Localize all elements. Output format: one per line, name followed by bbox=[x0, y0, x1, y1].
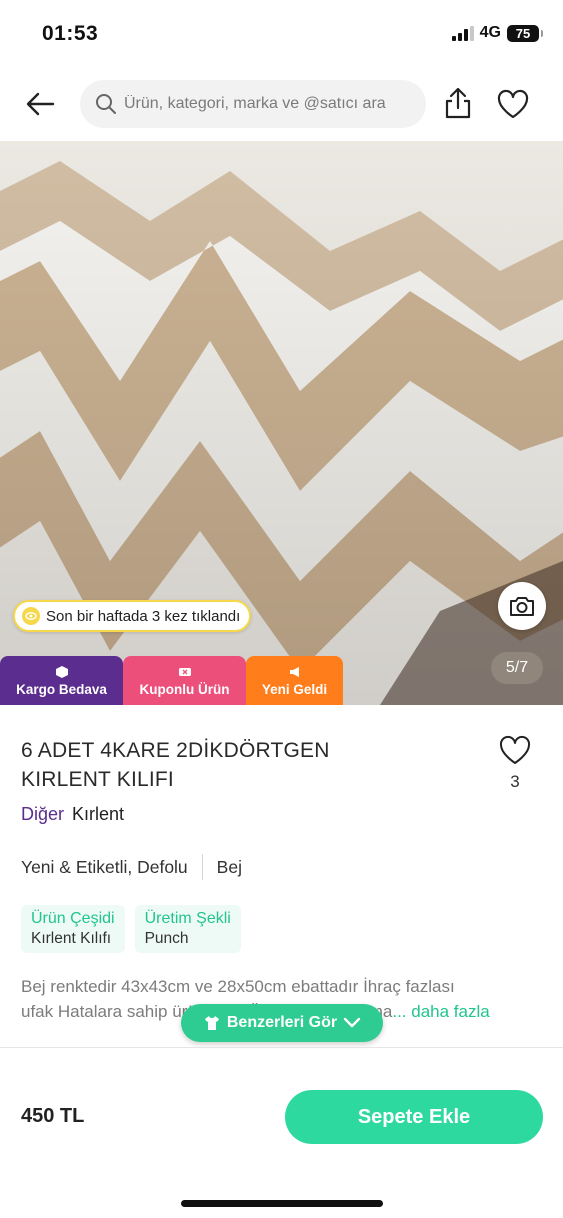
network-type: 4G bbox=[479, 24, 501, 41]
coupon-icon bbox=[178, 667, 191, 676]
chevron-down-icon bbox=[343, 1017, 361, 1028]
back-arrow-icon[interactable] bbox=[24, 88, 56, 120]
search-icon bbox=[96, 94, 116, 114]
product-title: 6 ADET 4KARE 2DİKDÖRTGEN KIRLENT KILIFI bbox=[21, 739, 330, 791]
condition-text: Yeni & Etiketli, Defolu bbox=[21, 856, 188, 877]
section-divider bbox=[0, 1047, 563, 1048]
attribute-chip: Üretim Şekli Punch bbox=[134, 905, 241, 953]
battery-icon: 75 bbox=[507, 24, 543, 42]
shirt-icon bbox=[204, 1016, 219, 1030]
see-similar-label: Benzerleri Gör bbox=[226, 1014, 338, 1031]
camera-icon[interactable] bbox=[498, 582, 546, 630]
favorite-heart-icon[interactable] bbox=[498, 734, 532, 766]
status-time: 01:53 bbox=[42, 22, 99, 45]
click-count-badge: Son bir haftada 3 kez tıklandı bbox=[13, 600, 252, 632]
read-more-link[interactable]: ... daha fazla bbox=[392, 1002, 489, 1021]
color-text: Bej bbox=[216, 856, 242, 877]
badge-label: Yeni Geldi bbox=[261, 681, 328, 697]
badge-free-shipping: Kargo Bedava bbox=[0, 656, 123, 705]
share-icon[interactable] bbox=[442, 86, 474, 120]
top-header bbox=[0, 76, 563, 132]
image-counter: 5/7 bbox=[491, 652, 543, 684]
description-line: Bej renktedir 43x43cm ve 28x50cm ebattad… bbox=[21, 977, 455, 996]
promo-badges: Kargo Bedava Kuponlu Ürün Yeni Geldi bbox=[0, 656, 343, 705]
heart-icon[interactable] bbox=[496, 88, 530, 120]
see-similar-button[interactable]: Benzerleri Gör bbox=[181, 1004, 383, 1042]
box-icon bbox=[55, 665, 68, 678]
category-link[interactable]: Kırlent bbox=[72, 804, 124, 824]
status-indicators: 4G 75 bbox=[451, 24, 543, 42]
attribute-value: Kırlent Kılıfı bbox=[31, 930, 112, 947]
favorite-count: 3 bbox=[510, 772, 520, 791]
attribute-value: Punch bbox=[144, 930, 189, 947]
add-to-cart-button[interactable]: Sepete Ekle bbox=[285, 1090, 543, 1144]
click-count-text: Son bir haftada 3 kez tıklandı bbox=[46, 607, 241, 625]
signal-icon bbox=[451, 25, 474, 41]
price: 450 TL bbox=[21, 1105, 85, 1127]
attribute-key: Üretim Şekli bbox=[144, 910, 231, 927]
megaphone-icon bbox=[289, 666, 299, 677]
badge-label: Kargo Bedava bbox=[16, 681, 107, 697]
attribute-chips: Ürün Çeşidi Kırlent Kılıfı Üretim Şekli … bbox=[21, 905, 241, 953]
brand-link[interactable]: Diğer bbox=[21, 804, 64, 824]
badge-new-arrival: Yeni Geldi bbox=[246, 656, 343, 705]
battery-level: 75 bbox=[515, 25, 531, 41]
search-bar[interactable] bbox=[80, 80, 426, 128]
badge-label: Kuponlu Ürün bbox=[139, 681, 230, 697]
home-indicator bbox=[181, 1200, 383, 1207]
badge-coupon: Kuponlu Ürün bbox=[123, 656, 246, 705]
search-input[interactable] bbox=[124, 95, 414, 113]
eye-icon bbox=[22, 607, 40, 625]
brand-line: Diğer Kırlent bbox=[21, 804, 124, 825]
divider bbox=[201, 854, 203, 880]
attribute-chip: Ürün Çeşidi Kırlent Kılıfı bbox=[21, 905, 125, 953]
status-bar: 01:53 4G 75 bbox=[0, 0, 563, 68]
attribute-key: Ürün Çeşidi bbox=[31, 910, 115, 927]
condition-row: Yeni & Etiketli, Defolu Bej bbox=[21, 854, 242, 880]
